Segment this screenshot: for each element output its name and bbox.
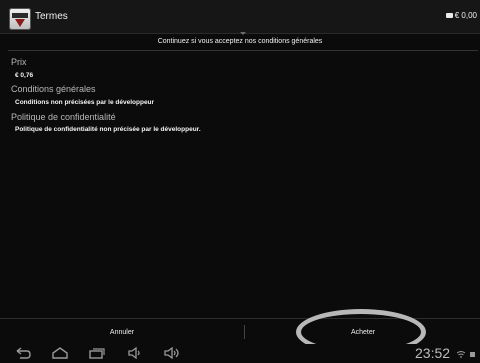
volume-up-icon[interactable]	[162, 345, 182, 361]
price-value: € 0,76	[15, 72, 34, 79]
terms-notice: Continuez si vous acceptez nos condition…	[0, 32, 480, 49]
terms-value: Conditions non précisées par le développ…	[15, 99, 155, 106]
app-badge-wedge	[15, 19, 25, 27]
app-badge-band	[12, 13, 28, 18]
price-heading: Prix	[11, 57, 27, 67]
wifi-icon	[456, 350, 466, 360]
back-icon[interactable]	[14, 345, 32, 361]
battery-icon	[469, 350, 476, 360]
home-icon[interactable]	[51, 345, 69, 361]
volume-down-icon[interactable]	[126, 345, 144, 361]
cancel-button[interactable]: Annuler	[0, 320, 244, 344]
app-badge-icon[interactable]	[9, 8, 31, 30]
balance-text: € 0,00	[454, 11, 477, 20]
terms-heading: Conditions générales	[11, 84, 96, 94]
terms-notice-text: Continuez si vous acceptez nos condition…	[157, 38, 323, 45]
clock: 23:52	[415, 345, 451, 361]
cart-balance[interactable]: € 0,00	[445, 11, 477, 20]
action-bar: Termes € 0,00	[0, 0, 480, 34]
chevron-down-icon	[240, 32, 246, 35]
divider	[8, 50, 478, 51]
page-title: Termes	[35, 11, 68, 22]
cart-icon	[445, 13, 453, 18]
privacy-value: Politique de confidentialité non précisé…	[15, 126, 201, 133]
privacy-heading: Politique de confidentialité	[11, 112, 116, 122]
system-nav-bar	[0, 344, 480, 363]
button-divider	[244, 325, 245, 339]
recent-apps-icon[interactable]	[88, 345, 106, 361]
